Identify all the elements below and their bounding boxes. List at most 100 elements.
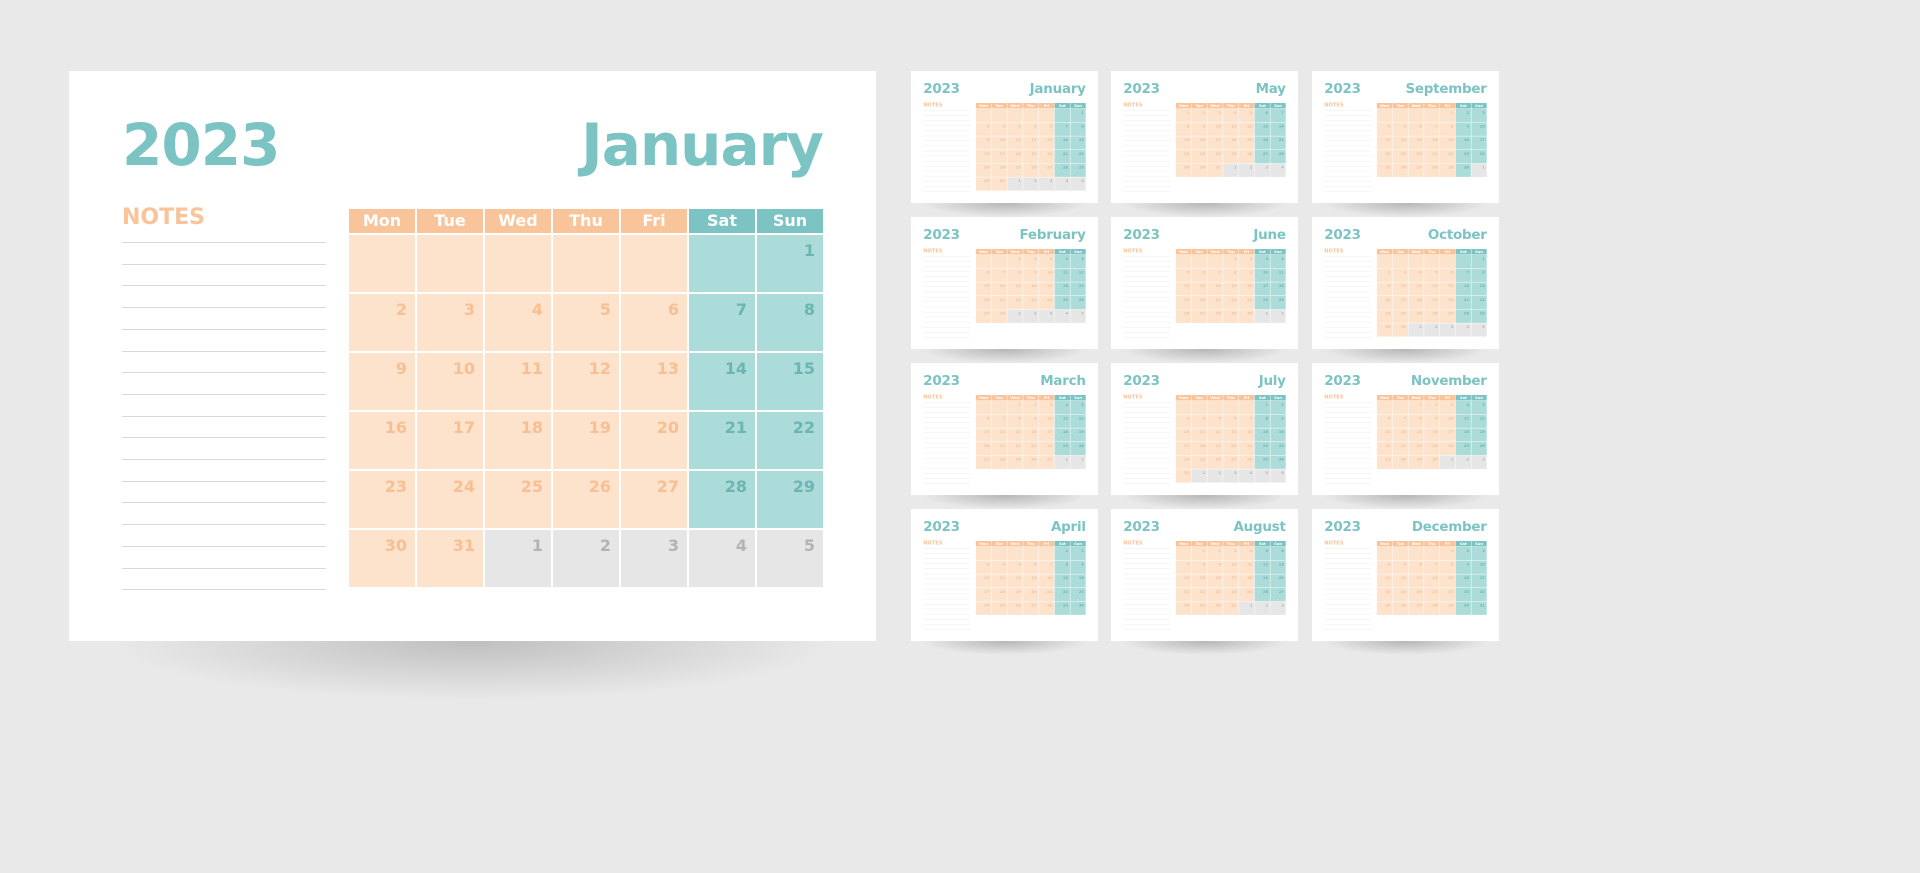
day-cell[interactable]: 10 — [1223, 560, 1239, 574]
day-cell[interactable]: 19 — [1238, 136, 1255, 150]
empty-day-cell[interactable] — [991, 254, 1007, 269]
day-cell[interactable]: 26 — [1392, 163, 1408, 177]
day-cell[interactable]: 10 — [1038, 414, 1055, 428]
next-month-day-cell[interactable]: 5 — [1070, 177, 1086, 191]
day-cell[interactable]: 28 — [1175, 601, 1192, 615]
day-cell[interactable]: 11 — [1054, 268, 1070, 282]
empty-day-cell[interactable] — [1175, 546, 1192, 561]
day-cell[interactable]: 3 — [1471, 108, 1487, 123]
day-cell[interactable]: 11 — [1007, 136, 1023, 150]
empty-day-cell[interactable] — [975, 254, 992, 269]
day-cell[interactable]: 6 — [1376, 414, 1393, 428]
next-month-day-cell[interactable]: 1 — [1007, 177, 1023, 191]
day-cell[interactable]: 16 — [1238, 282, 1255, 296]
day-cell[interactable]: 31 — [1471, 601, 1487, 615]
day-cell[interactable]: 31 — [1223, 601, 1239, 615]
day-cell[interactable]: 25 — [1238, 588, 1255, 602]
next-month-day-cell[interactable]: 3 — [621, 530, 687, 587]
day-cell[interactable]: 4 — [1223, 108, 1239, 123]
day-cell[interactable]: 10 — [417, 353, 483, 410]
day-cell[interactable]: 2 — [1376, 268, 1393, 282]
day-cell[interactable]: 23 — [1270, 442, 1286, 456]
day-cell[interactable]: 16 — [1191, 136, 1207, 150]
day-cell[interactable]: 8 — [1254, 414, 1270, 428]
empty-day-cell[interactable] — [349, 235, 415, 292]
day-cell[interactable]: 19 — [1070, 282, 1086, 296]
next-month-day-cell[interactable]: 4 — [1238, 469, 1255, 483]
day-cell[interactable]: 8 — [1007, 268, 1023, 282]
day-cell[interactable]: 23 — [1455, 588, 1471, 602]
day-cell[interactable]: 8 — [1439, 560, 1456, 574]
day-cell[interactable]: 20 — [1270, 574, 1286, 588]
next-month-day-cell[interactable]: 2 — [1023, 309, 1039, 323]
mini-calendar-july[interactable]: 2023 July NOTES Mon Tue Wed Thu Fri Sat Sun 1 2 3 4 5 6… — [1111, 363, 1298, 509]
next-month-day-cell[interactable]: 1 — [1238, 601, 1255, 615]
day-cell[interactable]: 30 — [975, 177, 992, 191]
day-cell[interactable]: 15 — [1439, 574, 1456, 588]
day-cell[interactable]: 21 — [1392, 442, 1408, 456]
day-cell[interactable]: 28 — [1270, 150, 1286, 164]
notes-line[interactable] — [122, 328, 326, 330]
day-cell[interactable]: 12 — [1392, 136, 1408, 150]
day-cell[interactable]: 18 — [1455, 428, 1471, 442]
day-cell[interactable]: 27 — [1038, 163, 1055, 177]
day-cell[interactable]: 15 — [757, 353, 823, 410]
empty-day-cell[interactable] — [1392, 546, 1408, 561]
day-cell[interactable]: 3 — [1207, 108, 1223, 123]
day-cell[interactable]: 10 — [991, 136, 1007, 150]
next-month-day-cell[interactable]: 1 — [1254, 309, 1270, 323]
day-cell[interactable]: 1 — [1471, 254, 1487, 269]
day-cell[interactable]: 23 — [975, 163, 992, 177]
day-cell[interactable]: 14 — [1270, 122, 1286, 136]
day-cell[interactable]: 21 — [1270, 136, 1286, 150]
day-cell[interactable]: 19 — [1424, 296, 1440, 310]
day-cell[interactable]: 20 — [1023, 588, 1039, 602]
day-cell[interactable]: 19 — [553, 412, 619, 469]
day-cell[interactable]: 19 — [1471, 428, 1487, 442]
day-cell[interactable]: 16 — [975, 150, 992, 164]
day-cell[interactable]: 29 — [757, 471, 823, 528]
notes-line[interactable] — [122, 459, 326, 460]
notes-line[interactable] — [122, 285, 326, 287]
day-cell[interactable]: 26 — [1175, 309, 1192, 323]
day-cell[interactable]: 30 — [1238, 309, 1255, 323]
day-cell[interactable]: 3 — [975, 560, 992, 574]
day-cell[interactable]: 16 — [349, 412, 415, 469]
day-cell[interactable]: 15 — [1007, 282, 1023, 296]
day-cell[interactable]: 26 — [1023, 163, 1039, 177]
day-cell[interactable]: 2 — [1238, 254, 1255, 269]
day-cell[interactable]: 8 — [1408, 414, 1424, 428]
day-cell[interactable]: 23 — [1455, 150, 1471, 164]
empty-day-cell[interactable] — [1038, 546, 1055, 561]
day-cell[interactable]: 28 — [1054, 163, 1070, 177]
day-cell[interactable]: 22 — [1254, 442, 1270, 456]
day-cell[interactable]: 8 — [1471, 268, 1487, 282]
day-cell[interactable]: 21 — [1424, 150, 1440, 164]
day-cell[interactable]: 12 — [1207, 428, 1223, 442]
day-cell[interactable]: 18 — [485, 412, 551, 469]
day-cell[interactable]: 14 — [1424, 574, 1440, 588]
day-cell[interactable]: 21 — [689, 412, 755, 469]
day-cell[interactable]: 20 — [1254, 136, 1270, 150]
day-cell[interactable]: 13 — [1191, 282, 1207, 296]
day-cell[interactable]: 17 — [975, 588, 992, 602]
next-month-day-cell[interactable]: 1 — [1439, 455, 1456, 469]
empty-day-cell[interactable] — [1007, 108, 1023, 123]
next-month-day-cell[interactable]: 3 — [1471, 455, 1487, 469]
day-cell[interactable]: 5 — [1392, 122, 1408, 136]
day-cell[interactable]: 22 — [1007, 442, 1023, 456]
next-month-day-cell[interactable]: 3 — [1254, 163, 1270, 177]
mini-calendar-january[interactable]: 2023 January NOTES Mon Tue Wed Thu Fri Sat Sun 1 2 3… — [911, 71, 1098, 217]
mini-calendar-november[interactable]: 2023 November NOTES Mon Tue Wed Thu Fri Sat Sun 1 2… — [1312, 363, 1499, 509]
day-cell[interactable]: 31 — [1038, 455, 1055, 469]
day-cell[interactable]: 22 — [1408, 442, 1424, 456]
empty-day-cell[interactable] — [1238, 400, 1255, 415]
day-cell[interactable]: 5 — [1238, 108, 1255, 123]
day-cell[interactable]: 18 — [1191, 442, 1207, 456]
day-cell[interactable]: 29 — [1007, 455, 1023, 469]
day-cell[interactable]: 16 — [1270, 428, 1286, 442]
empty-day-cell[interactable] — [1439, 254, 1456, 269]
day-cell[interactable]: 7 — [1424, 122, 1440, 136]
day-cell[interactable]: 14 — [1392, 428, 1408, 442]
day-cell[interactable]: 28 — [689, 471, 755, 528]
